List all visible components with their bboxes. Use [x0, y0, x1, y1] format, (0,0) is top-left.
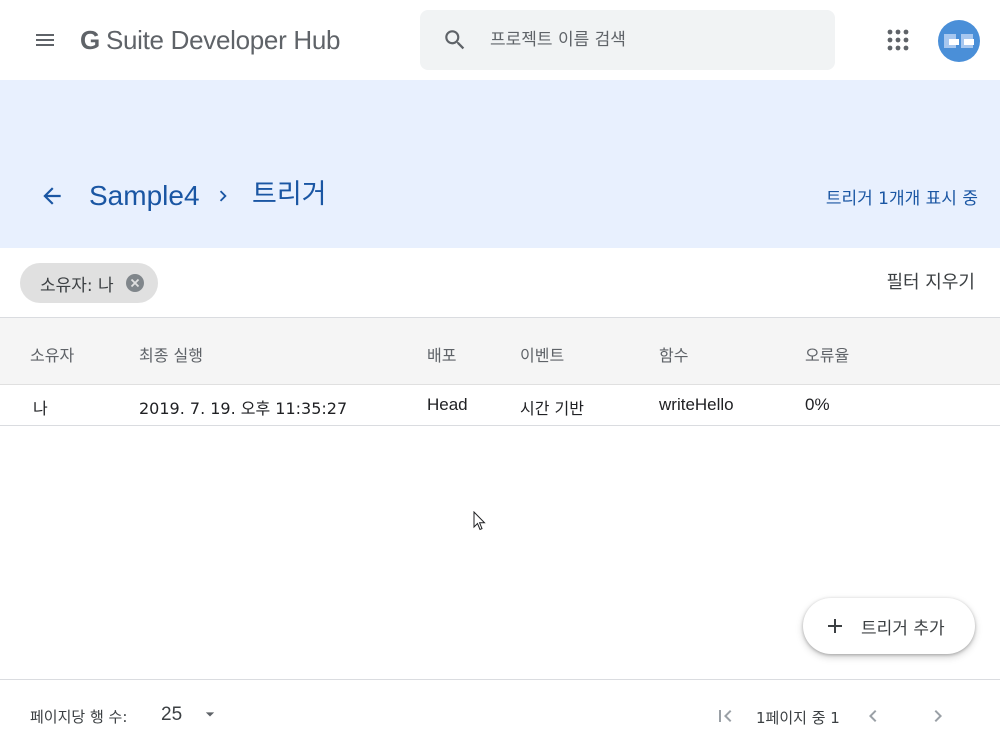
cell-owner: 나	[33, 399, 48, 418]
cell-error-rate: 0%	[805, 395, 830, 414]
table-header: 소유자 최종 실행 배포 이벤트 함수 오류율	[0, 317, 1000, 385]
filter-chip-label: 소유자: 나	[40, 275, 114, 296]
dropdown-icon[interactable]	[200, 704, 220, 724]
column-header-function[interactable]: 함수	[659, 342, 688, 366]
rows-per-page-label: 페이지당 행 수:	[30, 708, 128, 726]
app-bar: G Suite Developer Hub	[0, 0, 1000, 80]
page-title: 트리거	[252, 179, 327, 210]
table-row[interactable]: 나 2019. 7. 19. 오후 11:35:27 Head 시간 기반 wr…	[0, 385, 1000, 426]
apps-icon[interactable]	[880, 22, 916, 58]
page-header	[0, 80, 1000, 248]
menu-icon[interactable]	[27, 22, 63, 58]
page-info: 1페이지 중 1	[756, 709, 840, 727]
cell-deployment: Head	[427, 395, 468, 414]
filter-chip-owner[interactable]: 소유자: 나	[20, 263, 158, 303]
add-icon	[828, 619, 842, 633]
search-input[interactable]	[490, 20, 810, 60]
rows-per-page-select[interactable]: 25	[161, 704, 182, 726]
logo-g: G	[80, 24, 100, 55]
first-page-icon[interactable]	[713, 704, 737, 728]
column-header-owner[interactable]: 소유자	[30, 342, 74, 366]
add-trigger-label: 트리거 추가	[861, 618, 945, 639]
search-icon[interactable]	[420, 10, 490, 70]
avatar[interactable]	[938, 20, 980, 62]
pagination-footer: 페이지당 행 수: 25 1페이지 중 1	[0, 679, 1000, 750]
chevron-right-icon	[212, 185, 234, 207]
app-logo[interactable]: G Suite Developer Hub	[80, 22, 340, 58]
clear-filter-button[interactable]: 필터 지우기	[886, 268, 975, 294]
cell-event: 시간 기반	[520, 399, 584, 418]
cancel-icon[interactable]	[125, 274, 144, 292]
breadcrumb-project[interactable]: Sample4	[89, 178, 200, 214]
arrow-back-icon[interactable]	[34, 178, 70, 214]
column-header-event[interactable]: 이벤트	[520, 342, 564, 366]
logo-text: Suite Developer Hub	[105, 24, 341, 55]
trigger-count: 트리거 1개개 표시 중	[825, 189, 978, 209]
column-header-last-run[interactable]: 최종 실행	[139, 342, 203, 366]
column-header-deployment[interactable]: 배포	[427, 342, 456, 366]
chevron-left-icon[interactable]	[861, 704, 885, 728]
add-trigger-button[interactable]: 트리거 추가	[803, 598, 975, 654]
search-bar	[420, 10, 835, 70]
column-header-error-rate[interactable]: 오류율	[805, 342, 849, 366]
chevron-right-icon[interactable]	[926, 704, 950, 728]
cell-function: writeHello	[659, 395, 734, 414]
mouse-cursor-icon	[473, 511, 486, 531]
cell-last-run: 2019. 7. 19. 오후 11:35:27	[139, 399, 348, 418]
